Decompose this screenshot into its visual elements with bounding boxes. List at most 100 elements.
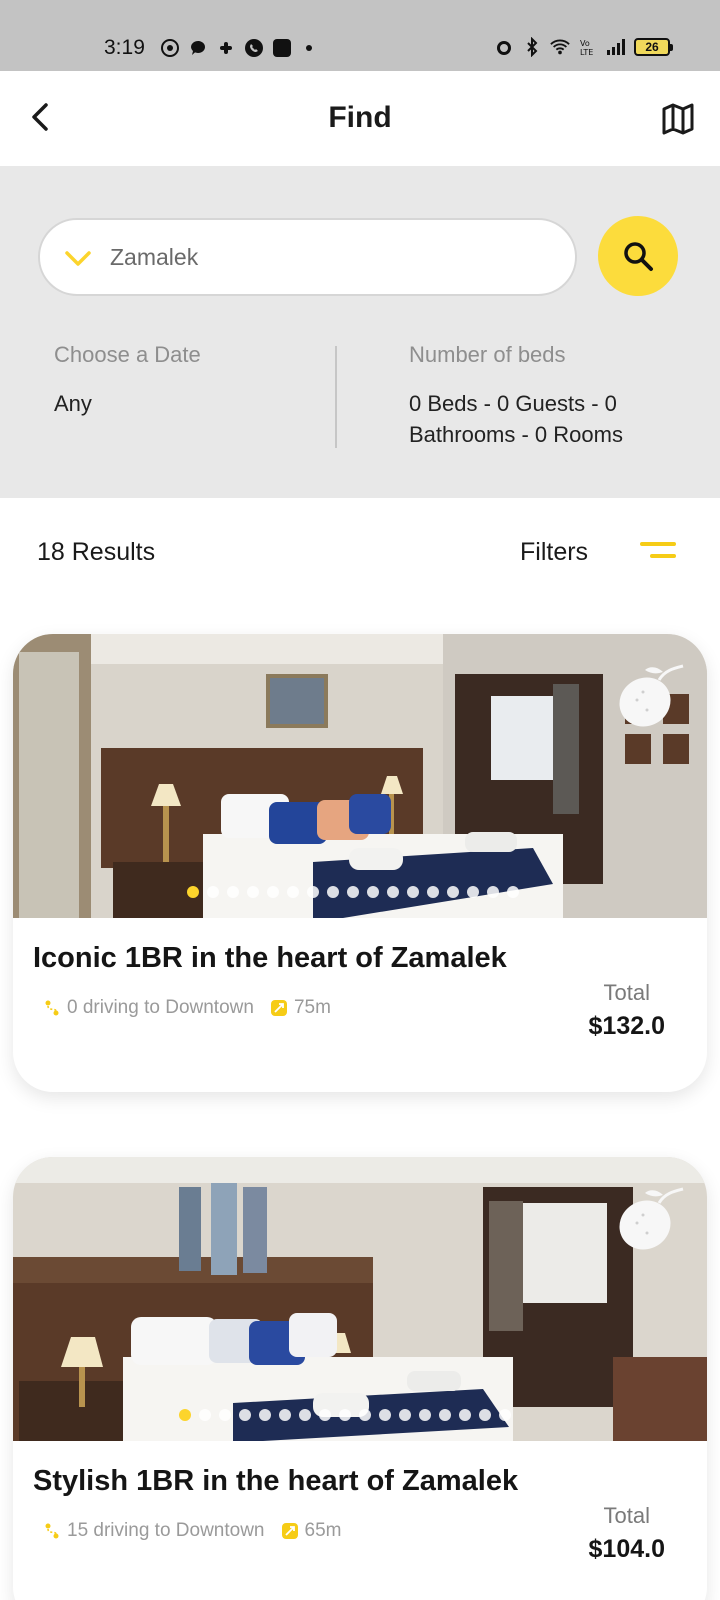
price-block: Total $132.0 bbox=[589, 980, 665, 1041]
pager-dot[interactable] bbox=[439, 1409, 451, 1421]
lemon-icon[interactable] bbox=[615, 658, 685, 730]
pager-dot[interactable] bbox=[187, 886, 199, 898]
pager-dot[interactable] bbox=[299, 1409, 311, 1421]
pager-dot[interactable] bbox=[499, 1409, 511, 1421]
search-button[interactable] bbox=[598, 216, 678, 296]
slack-icon bbox=[220, 42, 232, 54]
wifi-icon bbox=[550, 39, 570, 55]
beds-label: Number of beds bbox=[409, 342, 566, 367]
pager-dot[interactable] bbox=[427, 886, 439, 898]
pager-dot[interactable] bbox=[339, 1409, 351, 1421]
notification-icons bbox=[160, 38, 312, 58]
pager-dot[interactable] bbox=[267, 886, 279, 898]
price-block: Total $104.0 bbox=[589, 1503, 665, 1564]
page-title: Find bbox=[328, 101, 392, 134]
photo-pager[interactable] bbox=[187, 886, 519, 898]
status-bar: 3:19 Vo LTE 26 bbox=[0, 0, 720, 71]
photo-pager[interactable] bbox=[179, 1409, 511, 1421]
search-panel: Zamalek Choose a Date Any Number of beds… bbox=[0, 166, 720, 498]
listing-size: 65m bbox=[304, 1520, 342, 1541]
area-icon bbox=[270, 1000, 287, 1016]
pager-dot[interactable] bbox=[247, 886, 259, 898]
pager-dot[interactable] bbox=[359, 1409, 371, 1421]
pager-dot[interactable] bbox=[279, 1409, 291, 1421]
signal-icon bbox=[607, 39, 625, 55]
top-app-bar: Find bbox=[0, 71, 720, 166]
search-icon bbox=[624, 242, 653, 271]
pager-dot[interactable] bbox=[219, 1409, 231, 1421]
bluetooth-icon bbox=[527, 37, 538, 57]
status-time: 3:19 bbox=[104, 36, 145, 59]
pager-dot[interactable] bbox=[319, 1409, 331, 1421]
listing-card[interactable]: Stylish 1BR in the heart of Zamalek 15 d… bbox=[13, 1157, 707, 1600]
pager-dot[interactable] bbox=[307, 886, 319, 898]
pager-dot[interactable] bbox=[227, 886, 239, 898]
date-value: Any bbox=[54, 391, 92, 416]
panel-divider bbox=[335, 346, 337, 448]
listing-meta: 15 driving to Downtown 65m bbox=[43, 1520, 341, 1542]
pager-dot[interactable] bbox=[407, 886, 419, 898]
pager-dot[interactable] bbox=[487, 886, 499, 898]
bedroom-photo bbox=[13, 634, 707, 918]
pager-dot[interactable] bbox=[447, 886, 459, 898]
chat-bubble-icon bbox=[190, 40, 205, 55]
battery-icon: 26 bbox=[634, 38, 673, 56]
bedroom-photo bbox=[13, 1157, 707, 1441]
pager-dot[interactable] bbox=[207, 886, 219, 898]
chevron-down-icon[interactable] bbox=[62, 242, 94, 274]
pager-dot[interactable] bbox=[367, 886, 379, 898]
phone-icon bbox=[245, 39, 263, 57]
listing-size: 75m bbox=[293, 997, 331, 1018]
svg-text:LTE: LTE bbox=[580, 48, 593, 57]
alarm-icon bbox=[497, 41, 511, 55]
pager-dot[interactable] bbox=[387, 886, 399, 898]
svg-text:Vo: Vo bbox=[580, 39, 590, 48]
app-square-icon bbox=[273, 39, 291, 57]
more-notifications-dot bbox=[306, 45, 312, 51]
drive-icon bbox=[45, 1000, 59, 1016]
pager-dot[interactable] bbox=[179, 1409, 191, 1421]
area-icon bbox=[281, 1523, 298, 1539]
pager-dot[interactable] bbox=[507, 886, 519, 898]
pager-dot[interactable] bbox=[327, 886, 339, 898]
filters-button[interactable]: Filters bbox=[520, 530, 680, 574]
listing-meta: 0 driving to Downtown 75m bbox=[43, 997, 331, 1019]
beds-value: 0 Beds - 0 Guests - 0 Bathrooms - 0 Room… bbox=[409, 391, 623, 447]
pager-dot[interactable] bbox=[199, 1409, 211, 1421]
drive-time: 15 driving to Downtown bbox=[67, 1520, 265, 1541]
pager-dot[interactable] bbox=[467, 886, 479, 898]
listing-title: Iconic 1BR in the heart of Zamalek bbox=[33, 942, 507, 974]
lemon-icon[interactable] bbox=[615, 1181, 685, 1253]
pager-dot[interactable] bbox=[419, 1409, 431, 1421]
pager-dot[interactable] bbox=[399, 1409, 411, 1421]
listing-photo[interactable] bbox=[13, 634, 707, 918]
listing-photo[interactable] bbox=[13, 1157, 707, 1441]
beds-selector[interactable]: Number of beds 0 Beds - 0 Guests - 0 Bat… bbox=[409, 342, 709, 450]
price-value: $104.0 bbox=[588, 1535, 665, 1563]
map-icon bbox=[662, 103, 694, 135]
pager-dot[interactable] bbox=[287, 886, 299, 898]
pager-dot[interactable] bbox=[459, 1409, 471, 1421]
pager-dot[interactable] bbox=[239, 1409, 251, 1421]
map-view-button[interactable] bbox=[658, 99, 698, 139]
price-value: $132.0 bbox=[588, 1012, 665, 1040]
drive-icon bbox=[45, 1523, 59, 1539]
pager-dot[interactable] bbox=[259, 1409, 271, 1421]
results-count: 18 Results bbox=[37, 538, 156, 566]
filters-label: Filters bbox=[520, 538, 589, 566]
listing-title: Stylish 1BR in the heart of Zamalek bbox=[33, 1465, 519, 1497]
date-label: Choose a Date bbox=[54, 342, 201, 367]
pager-dot[interactable] bbox=[479, 1409, 491, 1421]
filter-lines-icon bbox=[640, 542, 676, 564]
price-label: Total bbox=[603, 980, 650, 1005]
whatsapp-icon bbox=[161, 39, 179, 57]
date-selector[interactable]: Choose a Date Any bbox=[54, 342, 314, 419]
system-icons: Vo LTE 26 bbox=[494, 37, 673, 57]
pager-dot[interactable] bbox=[379, 1409, 391, 1421]
drive-time: 0 driving to Downtown bbox=[67, 997, 254, 1018]
pager-dot[interactable] bbox=[347, 886, 359, 898]
location-search-field[interactable]: Zamalek bbox=[38, 218, 577, 296]
volte-icon: VoLTE bbox=[580, 39, 593, 57]
listing-card[interactable]: Iconic 1BR in the heart of Zamalek 0 dri… bbox=[13, 634, 707, 1092]
location-value: Zamalek bbox=[110, 244, 199, 270]
